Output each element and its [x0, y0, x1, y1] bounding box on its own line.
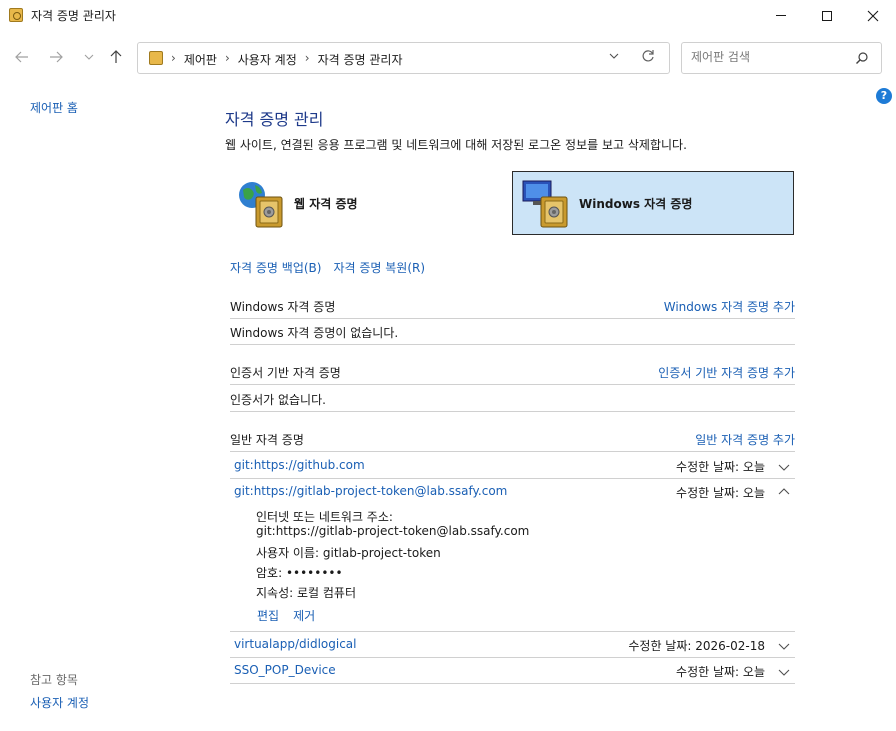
divider [230, 631, 795, 632]
windows-credentials-icon [519, 175, 575, 231]
window-title: 자격 증명 관리자 [31, 9, 116, 23]
title-bar: 자격 증명 관리자 [0, 0, 896, 31]
credential-row-gitlab[interactable]: git:https://gitlab-project-token@lab.ssa… [230, 480, 795, 506]
windows-credentials-tile[interactable]: Windows 자격 증명 [512, 171, 794, 235]
search-box[interactable] [681, 42, 882, 74]
search-input[interactable] [691, 50, 851, 64]
breadcrumb-separator-icon: › [304, 51, 310, 65]
credential-manager-icon [9, 8, 23, 22]
minimize-button[interactable] [758, 0, 804, 31]
detail-persistence: 지속성: 로컬 컴퓨터 [256, 586, 356, 600]
credential-modified: 수정한 날짜: 2026-02-18 [628, 639, 765, 653]
generic-credentials-heading: 일반 자격 증명 [230, 433, 304, 447]
windows-credentials-label: Windows 자격 증명 [579, 196, 693, 211]
credential-name: SSO_POP_Device [234, 663, 336, 677]
control-panel-icon [149, 51, 163, 65]
detail-user-name: 사용자 이름: gitlab-project-token [256, 546, 441, 560]
breadcrumb-control-panel[interactable]: 제어판 [184, 51, 217, 68]
close-button[interactable] [850, 0, 896, 31]
control-panel-home-link[interactable]: 제어판 홈 [30, 99, 78, 116]
detail-actions: 편집 제거 [257, 607, 315, 624]
maximize-icon [822, 10, 832, 21]
address-dropdown-button[interactable] [608, 50, 620, 65]
cert-credentials-empty-text: 인증서가 없습니다. [230, 393, 326, 407]
back-button[interactable] [12, 47, 32, 67]
divider [230, 478, 795, 479]
chevron-down-icon[interactable] [777, 460, 791, 474]
detail-address-value: git:https://gitlab-project-token@lab.ssa… [256, 524, 530, 538]
web-credentials-tile[interactable]: 웹 자격 증명 [228, 171, 510, 235]
close-icon [867, 10, 879, 21]
breadcrumb-separator-icon: › [224, 51, 230, 65]
backup-credentials-link[interactable]: 자격 증명 백업(B) [230, 259, 321, 276]
search-icon[interactable] [855, 51, 869, 65]
credential-name: virtualapp/didlogical [234, 637, 357, 651]
detail-address-label: 인터넷 또는 네트워크 주소: [256, 510, 393, 524]
chevron-down-icon [84, 54, 94, 60]
backup-restore-links: 자격 증명 백업(B) 자격 증명 복원(R) [230, 259, 425, 276]
breadcrumb-user-accounts[interactable]: 사용자 계정 [238, 51, 297, 68]
refresh-button[interactable] [641, 49, 655, 67]
windows-credentials-section-header: Windows 자격 증명 Windows 자격 증명 추가 [230, 298, 795, 315]
breadcrumb: › 제어판 › 사용자 계정 › 자격 증명 관리자 [171, 51, 403, 68]
credential-name: git:https://github.com [234, 458, 365, 472]
add-cert-credential-link[interactable]: 인증서 기반 자격 증명 추가 [658, 364, 795, 381]
credential-row-sso-pop-device[interactable]: SSO_POP_Device 수정한 날짜: 오늘 [230, 659, 795, 685]
divider [230, 384, 795, 385]
up-button[interactable] [106, 47, 126, 67]
edit-credential-link[interactable]: 편집 [257, 607, 279, 624]
chevron-down-icon [609, 53, 619, 59]
cert-credentials-section-header: 인증서 기반 자격 증명 인증서 기반 자격 증명 추가 [230, 364, 795, 381]
forward-button[interactable] [46, 47, 66, 67]
credential-name: git:https://gitlab-project-token@lab.ssa… [234, 484, 508, 498]
help-icon[interactable]: ? [876, 88, 892, 104]
credential-modified: 수정한 날짜: 오늘 [676, 665, 765, 679]
remove-credential-link[interactable]: 제거 [293, 607, 315, 624]
web-credentials-icon [234, 175, 290, 231]
add-generic-credential-link[interactable]: 일반 자격 증명 추가 [695, 431, 795, 448]
see-also-heading: 참고 항목 [30, 673, 78, 687]
breadcrumb-credential-manager[interactable]: 자격 증명 관리자 [318, 51, 403, 68]
recent-locations-button[interactable] [79, 47, 99, 67]
windows-credentials-heading: Windows 자격 증명 [230, 300, 336, 314]
minimize-icon [776, 15, 786, 16]
generic-credentials-section-header: 일반 자격 증명 일반 자격 증명 추가 [230, 431, 795, 448]
credential-modified: 수정한 날짜: 오늘 [676, 486, 765, 500]
divider [230, 318, 795, 319]
divider [230, 411, 795, 412]
maximize-button[interactable] [804, 0, 850, 31]
navigation-bar: › 제어판 › 사용자 계정 › 자격 증명 관리자 [0, 31, 896, 85]
add-windows-credential-link[interactable]: Windows 자격 증명 추가 [664, 298, 795, 315]
arrow-up-icon [110, 50, 122, 63]
credential-row-github[interactable]: git:https://github.com 수정한 날짜: 오늘 [230, 454, 795, 480]
address-bar[interactable]: › 제어판 › 사용자 계정 › 자격 증명 관리자 [137, 42, 670, 74]
breadcrumb-separator-icon: › [171, 51, 176, 65]
refresh-icon [642, 50, 654, 62]
arrow-left-icon [15, 51, 28, 63]
divider [230, 657, 795, 658]
restore-credentials-link[interactable]: 자격 증명 복원(R) [333, 259, 425, 276]
chevron-down-icon[interactable] [777, 639, 791, 653]
windows-credentials-empty-text: Windows 자격 증명이 없습니다. [230, 326, 399, 340]
arrow-right-icon [50, 51, 63, 63]
chevron-down-icon[interactable] [777, 665, 791, 679]
web-credentials-label: 웹 자격 증명 [294, 196, 358, 211]
chevron-up-icon[interactable] [777, 485, 791, 499]
page-title: 자격 증명 관리 [225, 110, 324, 129]
detail-password: 암호: •••••••• [256, 566, 343, 580]
cert-credentials-heading: 인증서 기반 자격 증명 [230, 366, 341, 380]
credential-modified: 수정한 날짜: 오늘 [676, 460, 765, 474]
divider [230, 451, 795, 452]
page-description: 웹 사이트, 연결된 응용 프로그램 및 네트워크에 대해 저장된 로그온 정보… [225, 138, 687, 152]
user-accounts-link[interactable]: 사용자 계정 [30, 694, 89, 711]
credential-row-virtualapp[interactable]: virtualapp/didlogical 수정한 날짜: 2026-02-18 [230, 633, 795, 659]
divider [230, 683, 795, 684]
divider [230, 344, 795, 345]
